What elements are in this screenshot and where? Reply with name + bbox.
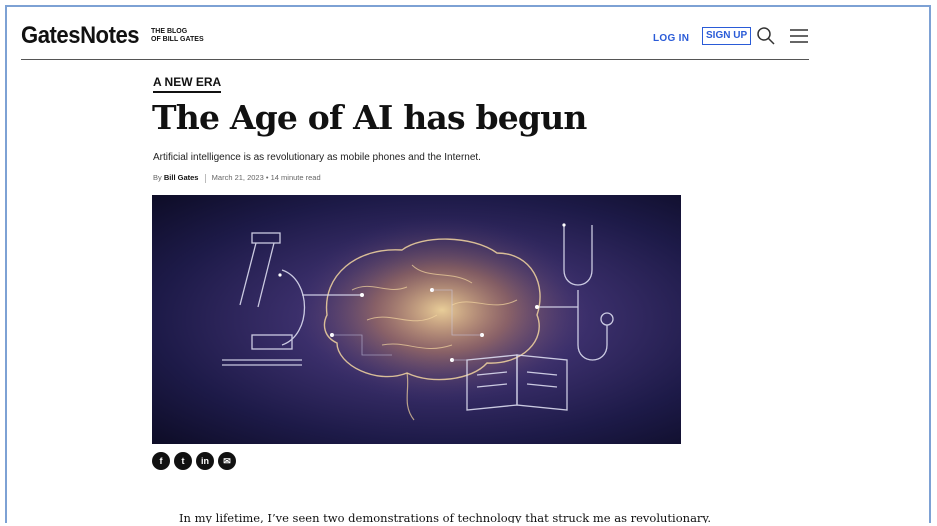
byline-dot: •: [265, 173, 269, 182]
facebook-icon[interactable]: f: [152, 452, 170, 470]
signup-button[interactable]: SIGN UP: [702, 27, 752, 45]
byline-separator: [204, 173, 206, 183]
hero-image: [152, 195, 681, 444]
article-byline: By Bill Gates March 21, 2023 • 14 minute…: [153, 173, 321, 183]
email-icon[interactable]: ✉: [218, 452, 236, 470]
article-title: The Age of AI has begun: [152, 98, 587, 137]
byline-prefix: By: [153, 173, 162, 182]
site-logo[interactable]: GatesNotes: [21, 22, 140, 50]
tagline-line1: THE BLOG: [151, 28, 188, 35]
share-buttons: f t in ✉: [152, 452, 236, 470]
site-tagline: THE BLOG OF BILL GATES: [151, 28, 211, 44]
search-icon[interactable]: [756, 26, 776, 46]
tagline-line2: OF BILL GATES: [151, 36, 204, 43]
byline-author[interactable]: Bill Gates: [164, 173, 199, 182]
article-kicker[interactable]: A NEW ERA: [153, 75, 222, 93]
site-header: GatesNotes THE BLOG OF BILL GATES LOG IN…: [21, 19, 809, 60]
menu-icon[interactable]: [789, 28, 809, 44]
byline-date: March 21, 2023: [211, 173, 264, 182]
byline-read-time: 14 minute read: [270, 173, 321, 182]
linkedin-icon[interactable]: in: [196, 452, 214, 470]
article-subtitle: Artificial intelligence is as revolution…: [153, 152, 481, 163]
article-first-paragraph: In my lifetime, I’ve seen two demonstrat…: [179, 511, 712, 523]
twitter-icon[interactable]: t: [174, 452, 192, 470]
browser-frame: GatesNotes THE BLOG OF BILL GATES LOG IN…: [5, 5, 931, 523]
login-link[interactable]: LOG IN: [653, 33, 689, 44]
